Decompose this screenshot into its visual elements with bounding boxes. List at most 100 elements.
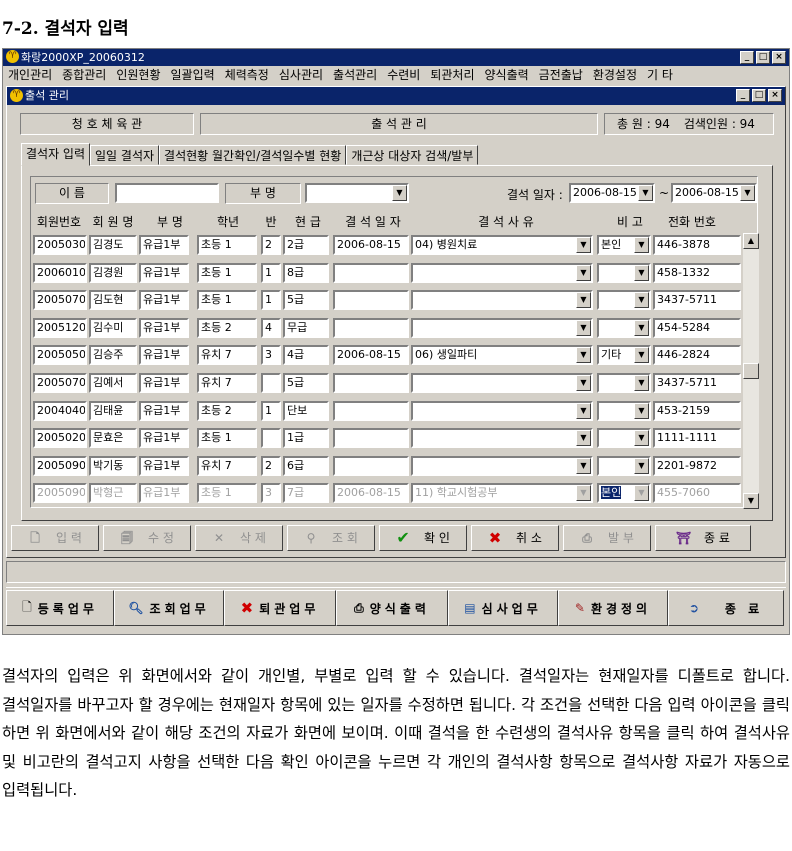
table-cell[interactable]: 1 <box>261 290 281 311</box>
chevron-down-icon[interactable]: ▼ <box>576 485 591 502</box>
issue-button[interactable]: ⎙ 발 부 <box>563 525 651 551</box>
table-cell[interactable]: ▼ <box>411 373 593 393</box>
chevron-down-icon[interactable]: ▼ <box>576 375 591 391</box>
table-cell[interactable]: ▼ <box>411 290 593 311</box>
table-cell[interactable]: 초등 2 <box>197 400 257 421</box>
table-cell[interactable]: 3437-5711 <box>653 290 741 311</box>
menu-item[interactable]: 금전출납 <box>534 66 588 85</box>
minimize-icon[interactable]: _ <box>740 51 754 64</box>
table-cell[interactable]: 김수미 <box>89 317 137 338</box>
table-cell[interactable]: 김승주 <box>89 345 137 366</box>
table-cell[interactable]: ▼ <box>411 428 593 449</box>
menu-item[interactable]: 종합관리 <box>57 66 111 85</box>
table-row[interactable]: 200404007 김태윤 유급1부 초등 2 1 단보 ▼ ▼ 453-2159 <box>33 399 741 423</box>
table-cell[interactable]: 초등 1 <box>197 483 257 504</box>
menu-item[interactable]: 환경설정 <box>588 66 642 85</box>
table-cell[interactable]: 446-2824 <box>653 345 741 366</box>
table-cell[interactable]: 200509002 <box>33 455 87 476</box>
table-cell[interactable] <box>261 428 281 449</box>
dept-select[interactable]: ▼ <box>305 183 409 203</box>
table-cell[interactable]: 초등 1 <box>197 428 257 449</box>
table-cell[interactable]: 4 <box>261 317 281 338</box>
table-cell[interactable] <box>333 428 409 449</box>
chevron-down-icon[interactable]: ▼ <box>634 347 649 364</box>
table-cell[interactable]: 455-7060 <box>653 483 741 504</box>
table-cell[interactable]: 200601003 <box>33 262 87 283</box>
table-cell[interactable]: 초등 2 <box>197 317 257 338</box>
table-cell[interactable]: 2급 <box>283 235 329 255</box>
table-cell[interactable]: 2201-9872 <box>653 455 741 476</box>
table-cell[interactable]: 200512003 <box>33 317 87 338</box>
table-cell[interactable]: 200509001 <box>33 483 87 504</box>
table-cell[interactable]: 유치 7 <box>197 373 257 393</box>
table-cell[interactable]: 04) 병원치료 ▼ <box>411 235 593 255</box>
table-row[interactable]: 200505013 김승주 유급1부 유치 7 3 4급 2006-08-15 06) 생일파… <box>33 343 741 367</box>
table-cell[interactable] <box>333 373 409 393</box>
cancel-button[interactable]: ✖ 취 소 <box>471 525 559 551</box>
chevron-down-icon[interactable]: ▼ <box>576 347 591 364</box>
table-row[interactable]: 200502001 문효은 유급1부 초등 1 1급 ▼ ▼ 1111-1111 <box>33 426 741 450</box>
child-close-icon[interactable]: × <box>768 89 782 102</box>
chevron-down-icon[interactable]: ▼ <box>576 402 591 419</box>
table-cell[interactable]: ▼ <box>411 262 593 283</box>
menu-item[interactable]: 심사관리 <box>274 66 328 85</box>
table-cell[interactable]: 3 <box>261 483 281 504</box>
table-cell[interactable]: 5급 <box>283 373 329 393</box>
date-from-select[interactable]: 2006-08-15 ▼ <box>569 183 655 203</box>
chevron-down-icon[interactable]: ▼ <box>740 185 755 201</box>
table-cell[interactable]: 3 <box>261 345 281 366</box>
table-cell[interactable]: 200502001 <box>33 428 87 449</box>
table-cell[interactable]: 5급 <box>283 290 329 311</box>
table-cell[interactable]: 3437-5711 <box>653 373 741 393</box>
table-cell[interactable]: 유급1부 <box>139 235 189 255</box>
table-cell[interactable]: 2 <box>261 235 281 255</box>
table-row[interactable]: 200601003 김경원 유급1부 초등 1 1 8급 ▼ ▼ 458-1332 <box>33 261 741 285</box>
tab-absentee-input[interactable]: 결석자 입력 <box>21 143 91 166</box>
chevron-down-icon[interactable]: ▼ <box>576 430 591 447</box>
table-cell[interactable]: 기타 ▼ <box>597 345 651 366</box>
child-maximize-icon[interactable]: □ <box>752 89 766 102</box>
table-cell[interactable] <box>333 262 409 283</box>
chevron-down-icon[interactable]: ▼ <box>576 457 591 474</box>
table-cell[interactable]: 초등 1 <box>197 290 257 311</box>
table-cell[interactable] <box>333 455 409 476</box>
table-row[interactable]: 200509002 박기동 유급1부 유치 7 2 6급 ▼ ▼ 2201-9872 <box>33 454 741 478</box>
menu-item[interactable]: 인원현황 <box>111 66 165 85</box>
register-button[interactable]: 🗋 등록업무 <box>6 590 114 626</box>
table-cell[interactable]: 200507001 <box>33 290 87 311</box>
table-cell[interactable] <box>261 373 281 393</box>
chevron-down-icon[interactable]: ▼ <box>392 185 407 201</box>
table-cell[interactable] <box>333 290 409 311</box>
table-cell[interactable]: 200503006 <box>33 235 87 255</box>
menu-item[interactable]: 퇴관처리 <box>425 66 479 85</box>
chevron-down-icon[interactable]: ▼ <box>576 237 591 253</box>
table-cell[interactable]: ▼ <box>597 262 651 283</box>
table-cell[interactable]: ▼ <box>597 373 651 393</box>
table-cell[interactable]: 2006-08-15 <box>333 483 409 504</box>
table-row[interactable]: 200509001 박형근 유급1부 초등 1 3 7급 2006-08-15 11) 학교시… <box>33 481 741 505</box>
close-button[interactable]: ⛩ 종 료 <box>655 525 751 551</box>
menu-item[interactable]: 기 타 <box>642 66 678 85</box>
table-cell[interactable]: 박형근 <box>89 483 137 504</box>
chevron-down-icon[interactable]: ▼ <box>634 319 649 336</box>
table-row[interactable]: 200507002 김예서 유급1부 유치 7 5급 ▼ ▼ 3437-5711 <box>33 371 741 395</box>
table-cell[interactable]: 단보 <box>283 400 329 421</box>
search-button[interactable]: ⚲ 조 회 <box>287 525 375 551</box>
table-cell[interactable]: 문효은 <box>89 428 137 449</box>
chevron-down-icon[interactable]: ▼ <box>576 292 591 309</box>
table-cell[interactable]: ▼ <box>411 455 593 476</box>
table-cell[interactable]: 유급1부 <box>139 400 189 421</box>
chevron-down-icon[interactable]: ▼ <box>634 457 649 474</box>
forms-button[interactable]: ⎙ 양식출력 <box>336 590 448 626</box>
table-cell[interactable]: 유급1부 <box>139 373 189 393</box>
table-cell[interactable]: 본인 ▼ <box>597 483 651 504</box>
table-cell[interactable]: 454-5284 <box>653 317 741 338</box>
table-row[interactable]: 200503006 김경도 유급1부 초등 1 2 2급 2006-08-15 04) 병원치… <box>33 233 741 257</box>
scroll-up-icon[interactable]: ▲ <box>743 233 759 249</box>
delete-button[interactable]: ✕ 삭 제 <box>195 525 283 551</box>
table-cell[interactable]: 초등 1 <box>197 262 257 283</box>
table-cell[interactable]: 4급 <box>283 345 329 366</box>
chevron-down-icon[interactable]: ▼ <box>634 430 649 447</box>
table-cell[interactable]: 김도현 <box>89 290 137 311</box>
table-cell[interactable]: 1급 <box>283 428 329 449</box>
